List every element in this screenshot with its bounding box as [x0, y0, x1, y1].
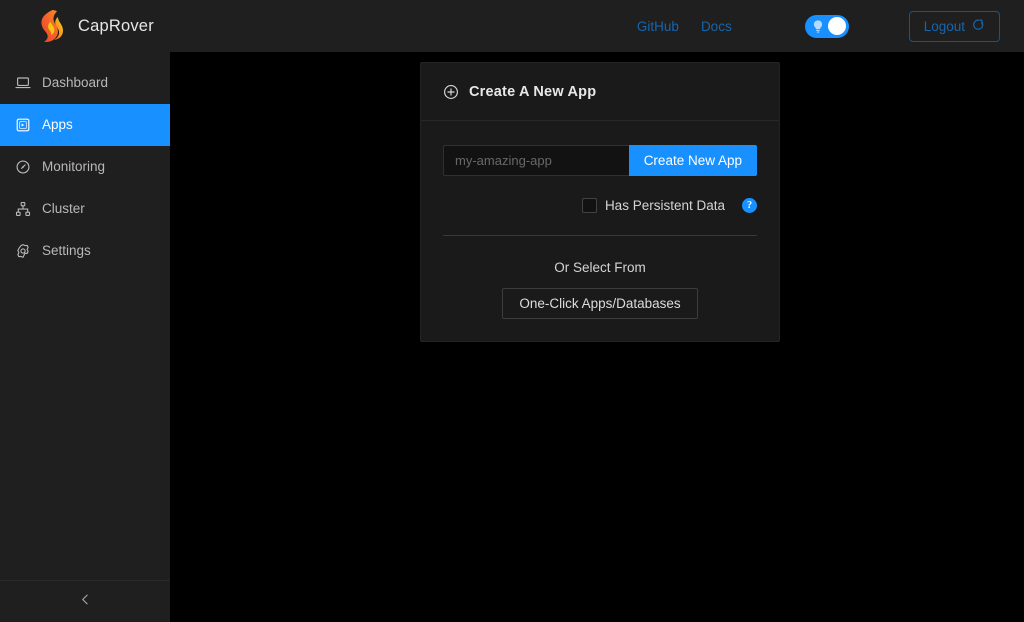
brand-name: CapRover [78, 17, 154, 36]
one-click-button-wrap: One-Click Apps/Databases [443, 288, 757, 319]
cluster-icon [14, 201, 31, 218]
create-app-input-group: Create New App [443, 145, 757, 176]
section-divider [443, 235, 757, 236]
gear-icon [14, 243, 31, 260]
main-content: Create A New App Create New App Has Pers… [170, 52, 1024, 622]
dark-mode-toggle[interactable] [805, 15, 849, 38]
plus-circle-icon [443, 84, 459, 100]
sidebar-nav: Dashboard Apps [0, 52, 170, 580]
docs-link[interactable]: Docs [690, 19, 743, 34]
has-persistent-data-label[interactable]: Has Persistent Data [605, 198, 725, 213]
caprover-flame-logo-icon [38, 9, 64, 43]
header-actions: GitHub Docs Logout [626, 11, 1024, 42]
github-link[interactable]: GitHub [626, 19, 690, 34]
sidebar-item-label: Cluster [42, 202, 85, 216]
caprover-app-window: CapRover GitHub Docs Logout [0, 0, 1024, 622]
toggle-knob [828, 17, 846, 35]
create-new-app-button[interactable]: Create New App [629, 145, 757, 176]
create-new-app-card: Create A New App Create New App Has Pers… [420, 62, 780, 342]
logout-icon [971, 18, 985, 35]
card-header: Create A New App [421, 63, 779, 121]
card-body: Create New App Has Persistent Data ? Or … [421, 121, 779, 341]
laptop-icon [14, 75, 31, 92]
app-name-input[interactable] [443, 145, 629, 176]
sidebar-item-cluster[interactable]: Cluster [0, 188, 170, 230]
sidebar-item-monitoring[interactable]: Monitoring [0, 146, 170, 188]
chevron-left-icon [79, 593, 92, 611]
question-circle-icon[interactable]: ? [742, 198, 757, 213]
logout-button-label: Logout [924, 19, 965, 34]
has-persistent-data-checkbox[interactable] [582, 198, 597, 213]
sidebar: Dashboard Apps [0, 52, 170, 622]
sidebar-item-dashboard[interactable]: Dashboard [0, 62, 170, 104]
code-box-icon [14, 117, 31, 134]
sidebar-item-apps[interactable]: Apps [0, 104, 170, 146]
or-select-from-label: Or Select From [443, 260, 757, 275]
sidebar-item-label: Monitoring [42, 160, 105, 174]
sidebar-item-label: Apps [42, 118, 73, 132]
top-header-bar: CapRover GitHub Docs Logout [0, 0, 1024, 52]
sidebar-collapse-trigger[interactable] [0, 580, 170, 622]
page-title: Create A New App [469, 84, 596, 100]
brand[interactable]: CapRover [0, 9, 170, 43]
lightbulb-icon [811, 19, 825, 34]
logout-button[interactable]: Logout [909, 11, 1000, 42]
gauge-icon [14, 159, 31, 176]
sidebar-item-label: Settings [42, 244, 91, 258]
persistent-data-row: Has Persistent Data ? [443, 198, 757, 213]
one-click-apps-databases-button[interactable]: One-Click Apps/Databases [502, 288, 697, 319]
sidebar-item-settings[interactable]: Settings [0, 230, 170, 272]
sidebar-item-label: Dashboard [42, 76, 108, 90]
